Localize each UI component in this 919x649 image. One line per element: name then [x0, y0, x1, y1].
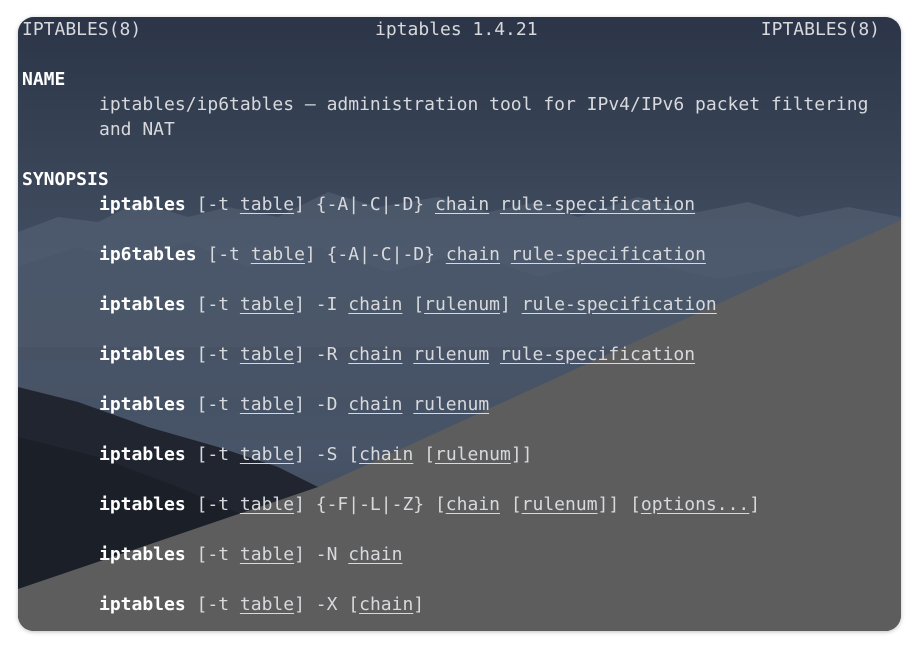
synopsis-line: iptables [-t table] -R chain rulenum rul…	[99, 342, 695, 367]
argument-placeholder: rulenum	[413, 394, 490, 415]
syntax-text: [-t	[185, 394, 240, 415]
syntax-text: ] -R	[294, 344, 349, 365]
syntax-text: ] -I	[294, 294, 349, 315]
synopsis-line: iptables [-t table] -X [chain]	[99, 592, 424, 617]
command-name: iptables	[99, 544, 186, 565]
argument-placeholder: table	[250, 244, 305, 265]
argument-placeholder: table	[239, 194, 295, 215]
syntax-text: [	[499, 494, 522, 515]
syntax-text: ] -D	[294, 394, 349, 415]
argument-placeholder: rule-specification	[500, 344, 696, 365]
argument-placeholder: table	[239, 294, 295, 315]
synopsis-line: iptables [-t table] {-A|-C|-D} chain rul…	[99, 192, 695, 217]
argument-placeholder: table	[239, 594, 295, 615]
argument-placeholder: chain	[445, 494, 500, 515]
name-description-line-1: iptables/ip6tables — administration tool…	[99, 94, 869, 115]
header-right: IPTABLES(8)	[760, 19, 880, 40]
man-page-content: IPTABLES(8) iptables 1.4.21 IPTABLES(8) …	[18, 17, 901, 631]
header-left: IPTABLES(8)	[22, 19, 142, 40]
syntax-text: ] -S [	[294, 444, 360, 465]
command-name: iptables	[99, 494, 186, 515]
synopsis-line: iptables [-t table] -I chain [rulenum] r…	[99, 292, 717, 317]
synopsis-line: iptables [-t table] -S [chain [rulenum]]	[99, 442, 533, 467]
syntax-text: ]	[749, 494, 761, 515]
synopsis-heading: SYNOPSIS	[22, 169, 109, 190]
argument-placeholder: table	[239, 544, 295, 565]
syntax-text	[500, 244, 511, 265]
syntax-text: [-t	[185, 194, 240, 215]
syntax-text: [-t	[196, 244, 251, 265]
argument-placeholder: rule-specification	[510, 244, 706, 265]
argument-placeholder: table	[239, 344, 295, 365]
argument-placeholder: chain	[348, 344, 403, 365]
argument-placeholder: table	[239, 394, 295, 415]
synopsis-line: iptables [-t table] -N chain	[99, 542, 402, 567]
syntax-text	[489, 344, 500, 365]
argument-placeholder: chain	[359, 594, 414, 615]
syntax-text: ] {-A|-C|-D}	[304, 244, 446, 265]
syntax-text: ]] [	[597, 494, 641, 515]
argument-placeholder: chain	[434, 194, 490, 215]
argument-placeholder: rulenum	[521, 494, 598, 515]
syntax-text: [-t	[185, 494, 240, 515]
syntax-text: [-t	[185, 344, 240, 365]
synopsis-line: iptables [-t table] {-F|-L|-Z} [chain [r…	[99, 492, 760, 517]
syntax-text: ] {-F|-L|-Z} [	[294, 494, 446, 515]
argument-placeholder: table	[239, 444, 295, 465]
syntax-text: [-t	[185, 544, 240, 565]
syntax-text: ] {-A|-C|-D}	[294, 194, 435, 215]
syntax-text: [	[413, 444, 435, 465]
command-name: iptables	[99, 194, 186, 215]
syntax-text	[402, 394, 413, 415]
argument-placeholder: options...	[640, 494, 750, 515]
syntax-text: ]	[500, 294, 522, 315]
argument-placeholder: rule-specification	[500, 194, 696, 215]
syntax-text: ]	[413, 594, 425, 615]
header-center: iptables 1.4.21	[375, 19, 538, 40]
argument-placeholder: chain	[348, 544, 403, 565]
synopsis-line: ip6tables [-t table] {-A|-C|-D} chain ru…	[99, 242, 706, 267]
argument-placeholder: chain	[359, 444, 414, 465]
argument-placeholder: table	[239, 494, 295, 515]
terminal-window[interactable]: IPTABLES(8) iptables 1.4.21 IPTABLES(8) …	[18, 17, 901, 631]
syntax-text: ] -X [	[294, 594, 360, 615]
command-name: iptables	[99, 444, 186, 465]
argument-placeholder: rulenum	[434, 444, 511, 465]
argument-placeholder: chain	[348, 294, 403, 315]
argument-placeholder: rulenum	[413, 344, 490, 365]
syntax-text	[402, 344, 413, 365]
syntax-text: [-t	[185, 594, 240, 615]
argument-placeholder: rule-specification	[521, 294, 717, 315]
name-description-line-2: and NAT	[99, 119, 175, 140]
command-name: ip6tables	[99, 244, 197, 265]
syntax-text: ]]	[510, 444, 533, 465]
name-heading: NAME	[22, 69, 66, 90]
argument-placeholder: rulenum	[424, 294, 500, 315]
command-name: iptables	[99, 344, 186, 365]
argument-placeholder: chain	[348, 394, 403, 415]
syntax-text: ] -N	[294, 544, 349, 565]
synopsis-line: iptables [-t table] -D chain rulenum	[99, 392, 489, 417]
syntax-text: [-t	[185, 294, 240, 315]
syntax-text: [-t	[185, 444, 240, 465]
syntax-text	[489, 194, 500, 215]
argument-placeholder: chain	[445, 244, 500, 265]
command-name: iptables	[99, 294, 186, 315]
command-name: iptables	[99, 394, 186, 415]
syntax-text: [	[402, 294, 425, 315]
command-name: iptables	[99, 594, 186, 615]
